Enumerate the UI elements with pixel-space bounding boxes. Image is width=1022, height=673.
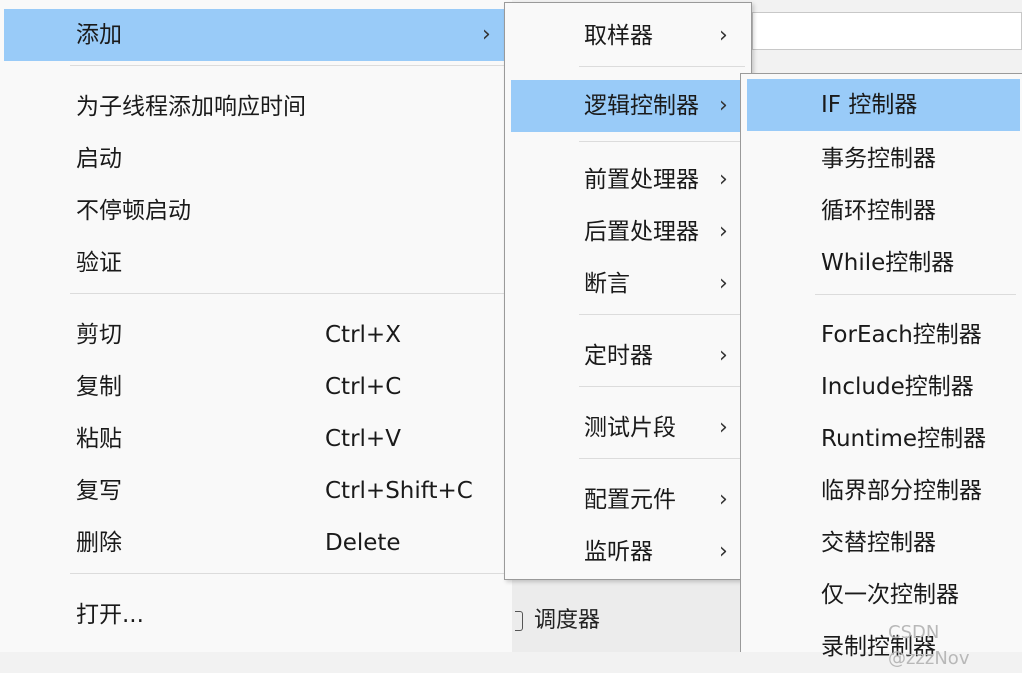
submenu-item-post-processor[interactable]: 后置处理器 › (505, 206, 751, 258)
submenu-item-listener[interactable]: 监听器 › (505, 526, 751, 578)
submenu-item-loop-controller[interactable]: 循环控制器 (741, 185, 1022, 237)
menu-separator (579, 314, 745, 315)
chevron-right-icon: › (719, 271, 728, 296)
submenu-item-pre-processor[interactable]: 前置处理器 › (505, 154, 751, 206)
menu-item-label: 启动 (76, 146, 122, 172)
chevron-right-icon: › (719, 415, 728, 440)
menu-item-copy[interactable]: 复制 Ctrl+C (0, 361, 512, 413)
submenu-item-label: 定时器 (584, 343, 653, 369)
menu-item-label: 剪切 (76, 322, 122, 348)
submenu-item-sampler[interactable]: 取样器 › (505, 10, 751, 62)
menu-item-validate[interactable]: 验证 (0, 237, 512, 289)
submenu-item-include-controller[interactable]: Include控制器 (741, 361, 1022, 413)
menu-separator (579, 66, 745, 67)
menu-item-start[interactable]: 启动 (0, 133, 512, 185)
submenu-item-label: 仅一次控制器 (821, 582, 959, 608)
chevron-right-icon: › (719, 219, 728, 244)
submenu-item-label: 逻辑控制器 (584, 93, 699, 119)
submenu-item-label: 取样器 (584, 23, 653, 49)
menu-item-delete[interactable]: 删除 Delete (0, 517, 512, 569)
submenu-item-label: 测试片段 (584, 415, 676, 441)
submenu-item-label: 循环控制器 (821, 198, 936, 224)
submenu-item-runtime-controller[interactable]: Runtime控制器 (741, 413, 1022, 465)
submenu-item-test-fragment[interactable]: 测试片段 › (505, 402, 751, 454)
submenu-item-while-controller[interactable]: While控制器 (741, 237, 1022, 289)
submenu-item-config-element[interactable]: 配置元件 › (505, 474, 751, 526)
submenu-item-timer[interactable]: 定时器 › (505, 330, 751, 382)
submenu-item-label: 配置元件 (584, 487, 676, 513)
menu-item-add-child-response-time[interactable]: 为子线程添加响应时间 (0, 81, 512, 133)
menu-item-add-label: 添加 (76, 22, 122, 48)
submenu-item-label: 临界部分控制器 (821, 478, 982, 504)
submenu-item-transaction-controller[interactable]: 事务控制器 (741, 133, 1022, 185)
main-context-menu: 添加 › 为子线程添加响应时间 启动 不停顿启动 验证 剪切 Ctrl+X 复制… (0, 0, 512, 652)
background-top-field[interactable] (752, 12, 1022, 50)
menu-item-shortcut: Delete (325, 530, 401, 556)
menu-item-label: 粘贴 (76, 426, 122, 452)
chevron-right-icon: › (482, 22, 491, 47)
submenu-item-critical-section-controller[interactable]: 临界部分控制器 (741, 465, 1022, 517)
menu-separator (815, 294, 1016, 295)
menu-item-duplicate[interactable]: 复写 Ctrl+Shift+C (0, 465, 512, 517)
submenu-item-label: Runtime控制器 (821, 426, 987, 452)
submenu-item-label: IF 控制器 (821, 92, 918, 118)
chevron-right-icon: › (719, 487, 728, 512)
menu-separator (70, 573, 504, 574)
submenu-item-label: 前置处理器 (584, 167, 699, 193)
submenu-item-if-controller[interactable]: IF 控制器 (747, 79, 1020, 131)
menu-item-shortcut: Ctrl+X (325, 322, 401, 348)
chevron-right-icon: › (719, 343, 728, 368)
menu-separator (579, 386, 745, 387)
menu-item-label: 复制 (76, 374, 122, 400)
submenu-item-label: 断言 (584, 271, 630, 297)
menu-item-paste[interactable]: 粘贴 Ctrl+V (0, 413, 512, 465)
menu-item-start-no-pauses[interactable]: 不停顿启动 (0, 185, 512, 237)
submenu-item-label: ForEach控制器 (821, 322, 982, 348)
menu-item-shortcut: Ctrl+V (325, 426, 401, 452)
add-submenu: 取样器 › 逻辑控制器 › 前置处理器 › 后置处理器 › 断言 › 定时器 ›… (504, 2, 752, 580)
submenu-item-label: 后置处理器 (584, 219, 699, 245)
menu-item-open[interactable]: 打开... (0, 589, 512, 641)
scheduler-label: 调度器 (534, 608, 601, 633)
menu-separator (70, 293, 504, 294)
menu-separator (70, 65, 504, 66)
chevron-right-icon: › (719, 539, 728, 564)
menu-separator (579, 458, 745, 459)
submenu-item-interleave-controller[interactable]: 交替控制器 (741, 517, 1022, 569)
submenu-item-label: Include控制器 (821, 374, 974, 400)
submenu-item-label: 监听器 (584, 539, 653, 565)
menu-item-label: 删除 (76, 530, 122, 556)
menu-item-cut[interactable]: 剪切 Ctrl+X (0, 309, 512, 361)
menu-separator (579, 141, 745, 142)
submenu-item-label: 事务控制器 (821, 146, 936, 172)
menu-item-shortcut: Ctrl+Shift+C (325, 478, 473, 504)
menu-item-label: 复写 (76, 478, 122, 504)
logic-controller-submenu: IF 控制器 事务控制器 循环控制器 While控制器 ForEach控制器 I… (740, 73, 1022, 660)
submenu-item-label: 交替控制器 (821, 530, 936, 556)
menu-item-shortcut: Ctrl+C (325, 374, 402, 400)
watermark: CSDN @zzzNov (888, 622, 970, 669)
menu-item-label: 打开... (76, 602, 144, 628)
menu-item-label: 不停顿启动 (76, 198, 191, 224)
submenu-item-logic-controller[interactable]: 逻辑控制器 › (511, 80, 745, 132)
menu-item-label: 验证 (76, 250, 122, 276)
menu-item-label: 为子线程添加响应时间 (76, 94, 306, 120)
submenu-item-label: While控制器 (821, 250, 955, 276)
chevron-right-icon: › (719, 23, 728, 48)
chevron-right-icon: › (719, 167, 728, 192)
submenu-item-foreach-controller[interactable]: ForEach控制器 (741, 309, 1022, 361)
chevron-right-icon: › (719, 93, 728, 118)
submenu-item-once-only-controller[interactable]: 仅一次控制器 (741, 569, 1022, 621)
submenu-item-assertion[interactable]: 断言 › (505, 258, 751, 310)
menu-item-add[interactable]: 添加 › (4, 9, 506, 61)
checkbox-edge[interactable] (515, 611, 523, 631)
